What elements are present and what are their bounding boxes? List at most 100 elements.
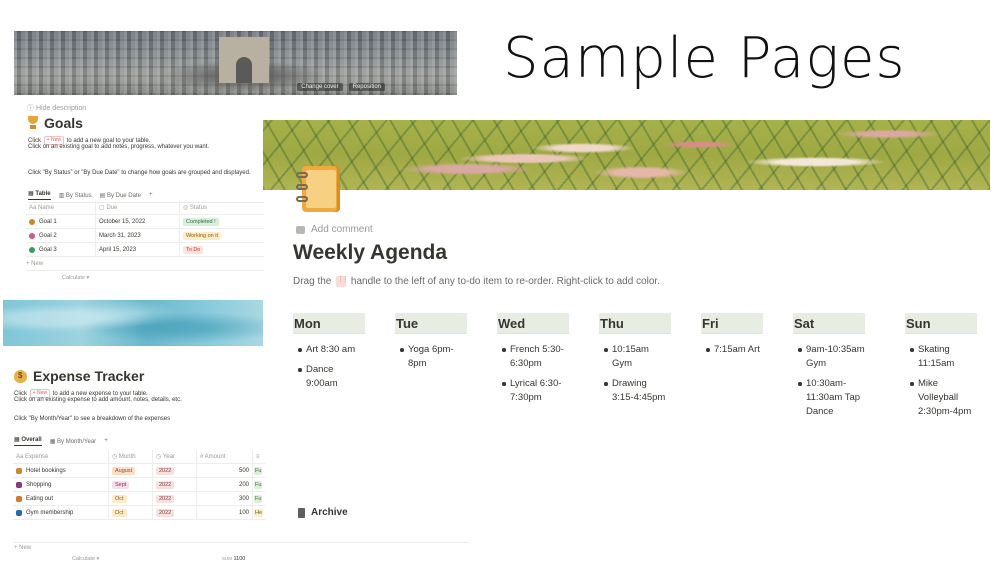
calculate-button[interactable]: Calculate ▾ bbox=[62, 275, 89, 281]
day-header[interactable]: Sat bbox=[793, 313, 865, 334]
expense-name-cell[interactable]: Eating out bbox=[13, 492, 109, 505]
agenda-page-title[interactable]: Weekly Agenda bbox=[293, 241, 447, 265]
status-cell[interactable]: Working on it bbox=[180, 229, 264, 242]
change-cover-button[interactable]: Change cover bbox=[297, 83, 343, 91]
day-header[interactable]: Thu bbox=[599, 313, 671, 334]
tab-overall[interactable]: ▦ Overall bbox=[14, 436, 42, 446]
expense-name: Shopping bbox=[26, 481, 52, 488]
list-item[interactable]: 9am-10:35am Gym bbox=[793, 343, 865, 371]
due-cell[interactable]: October 15, 2022 bbox=[96, 215, 180, 228]
tab-by-status[interactable]: ▥ By Status bbox=[59, 192, 92, 199]
due-cell[interactable]: April 15, 2023 bbox=[96, 243, 180, 256]
tab-by-due-date[interactable]: ▤ By Due Date bbox=[100, 192, 141, 199]
list-item[interactable]: 7:15am Art bbox=[701, 343, 763, 357]
list-item[interactable]: 10:30am-11:30am Tap Dance bbox=[793, 377, 865, 419]
year-cell[interactable]: 2022 bbox=[153, 492, 197, 505]
list-item[interactable]: Drawing 3:15-4:45pm bbox=[599, 377, 671, 405]
column-header[interactable]: ≡ bbox=[253, 450, 265, 463]
month-cell[interactable]: Sept bbox=[109, 478, 153, 491]
hide-description-toggle[interactable]: ⓘ Hide description bbox=[27, 103, 86, 113]
column-header[interactable]: ◷ Month bbox=[109, 450, 153, 463]
status-cell[interactable]: To Do bbox=[180, 243, 264, 256]
table-row[interactable]: Goal 1 October 15, 2022 Completed ! bbox=[26, 215, 264, 229]
table-row[interactable]: Goal 3 April 15, 2023 To Do bbox=[26, 243, 264, 257]
new-row-button[interactable]: + New bbox=[14, 542, 470, 551]
cover-controls: Change cover Reposition bbox=[297, 83, 385, 91]
day-header[interactable]: Fri bbox=[701, 313, 763, 334]
expense-icon bbox=[16, 481, 22, 488]
add-view-button[interactable]: + bbox=[149, 192, 153, 198]
month-badge: Sept bbox=[112, 480, 130, 489]
todo-list: Skating 11:15am Mike Volleyball 2:30pm-4p… bbox=[905, 343, 977, 419]
archive-page-link[interactable]: Archive bbox=[298, 507, 348, 518]
column-header[interactable]: ◷ Year bbox=[153, 450, 197, 463]
expense-cover-image[interactable] bbox=[3, 300, 263, 346]
expense-name: Gym membership bbox=[26, 509, 74, 516]
notebook-pages bbox=[306, 170, 336, 208]
add-view-button[interactable]: + bbox=[104, 438, 108, 444]
expense-name-cell[interactable]: Gym membership bbox=[13, 506, 109, 519]
goal-name-cell[interactable]: Goal 1 bbox=[26, 215, 96, 228]
list-item[interactable]: Yoga 6pm-8pm bbox=[395, 343, 467, 371]
amount-cell[interactable]: 200 bbox=[197, 478, 253, 491]
month-cell[interactable]: Oct bbox=[109, 506, 153, 519]
day-header[interactable]: Wed bbox=[497, 313, 569, 334]
table-row[interactable]: Hotel bookings August 2022 500 Fu bbox=[13, 464, 265, 478]
column-header[interactable]: Aa Expense bbox=[13, 450, 109, 463]
reposition-button[interactable]: Reposition bbox=[348, 83, 385, 91]
table-header: Aa Expense ◷ Month ◷ Year # Amount ≡ bbox=[13, 450, 265, 464]
expense-name-cell[interactable]: Hotel bookings bbox=[13, 464, 109, 477]
calculate-button[interactable]: Calculate ▾ bbox=[72, 556, 99, 562]
table-row[interactable]: Goal 2 March 31, 2023 Working on it bbox=[26, 229, 264, 243]
month-cell[interactable]: Oct bbox=[109, 492, 153, 505]
todo-list: Yoga 6pm-8pm bbox=[395, 343, 467, 371]
goal-name-cell[interactable]: Goal 2 bbox=[26, 229, 96, 242]
year-cell[interactable]: 2022 bbox=[153, 506, 197, 519]
list-item[interactable]: 10:15am Gym bbox=[599, 343, 671, 371]
due-cell[interactable]: March 31, 2023 bbox=[96, 229, 180, 242]
amount-cell[interactable]: 100 bbox=[197, 506, 253, 519]
table-row[interactable]: Shopping Sept 2022 200 Fu bbox=[13, 478, 265, 492]
list-item[interactable]: Dance 9:00am bbox=[293, 363, 365, 391]
year-badge: 2022 bbox=[156, 480, 175, 489]
notebook-icon[interactable] bbox=[294, 164, 344, 214]
goals-cover-image[interactable]: Change cover Reposition bbox=[14, 31, 457, 95]
list-item[interactable]: Art 8:30 am bbox=[293, 343, 365, 357]
list-item[interactable]: French 5:30-6:30pm bbox=[497, 343, 569, 371]
agenda-cover-image[interactable] bbox=[263, 120, 990, 190]
extra-cell[interactable]: He bbox=[253, 506, 265, 519]
column-header[interactable]: ▢ Due bbox=[96, 201, 180, 214]
year-cell[interactable]: 2022 bbox=[153, 478, 197, 491]
month-badge: August bbox=[112, 466, 136, 475]
year-cell[interactable]: 2022 bbox=[153, 464, 197, 477]
new-row-button[interactable]: + New bbox=[26, 257, 264, 271]
extra-cell[interactable]: Fu bbox=[253, 478, 265, 491]
expense-name-cell[interactable]: Shopping bbox=[13, 478, 109, 491]
extra-cell[interactable]: Fu bbox=[253, 464, 265, 477]
goal-name-cell[interactable]: Goal 3 bbox=[26, 243, 96, 256]
amount-cell[interactable]: 500 bbox=[197, 464, 253, 477]
extra-cell[interactable]: Fu bbox=[253, 492, 265, 505]
column-label: Month bbox=[118, 453, 136, 460]
list-item[interactable]: Mike Volleyball 2:30pm-4pm bbox=[905, 377, 977, 419]
tab-table[interactable]: ▦ Table bbox=[28, 190, 51, 200]
column-header[interactable]: ◎ Status bbox=[180, 201, 264, 214]
month-cell[interactable]: August bbox=[109, 464, 153, 477]
amount-cell[interactable]: 300 bbox=[197, 492, 253, 505]
day-column-wed: Wed French 5:30-6:30pm Lyrical 6:30-7:30pm bbox=[497, 313, 569, 411]
goal-name: Goal 3 bbox=[39, 246, 57, 253]
day-header[interactable]: Mon bbox=[293, 313, 365, 334]
list-item[interactable]: Lyrical 6:30-7:30pm bbox=[497, 377, 569, 405]
column-header[interactable]: # Amount bbox=[197, 450, 253, 463]
day-header[interactable]: Tue bbox=[395, 313, 467, 334]
expense-description-line: Click "By Month/Year" to see a breakdown… bbox=[14, 416, 171, 422]
tab-by-month-year[interactable]: ▦ By Month/Year bbox=[50, 438, 96, 445]
list-item[interactable]: Skating 11:15am bbox=[905, 343, 977, 371]
table-row[interactable]: Eating out Oct 2022 300 Fu bbox=[13, 492, 265, 506]
status-cell[interactable]: Completed ! bbox=[180, 215, 264, 228]
add-comment-button[interactable]: Add comment bbox=[296, 224, 373, 235]
day-header[interactable]: Sun bbox=[905, 313, 977, 334]
column-header[interactable]: Aa Name bbox=[26, 201, 96, 214]
todo-list: Art 8:30 am Dance 9:00am bbox=[293, 343, 365, 391]
table-row[interactable]: Gym membership Oct 2022 100 He bbox=[13, 506, 265, 520]
